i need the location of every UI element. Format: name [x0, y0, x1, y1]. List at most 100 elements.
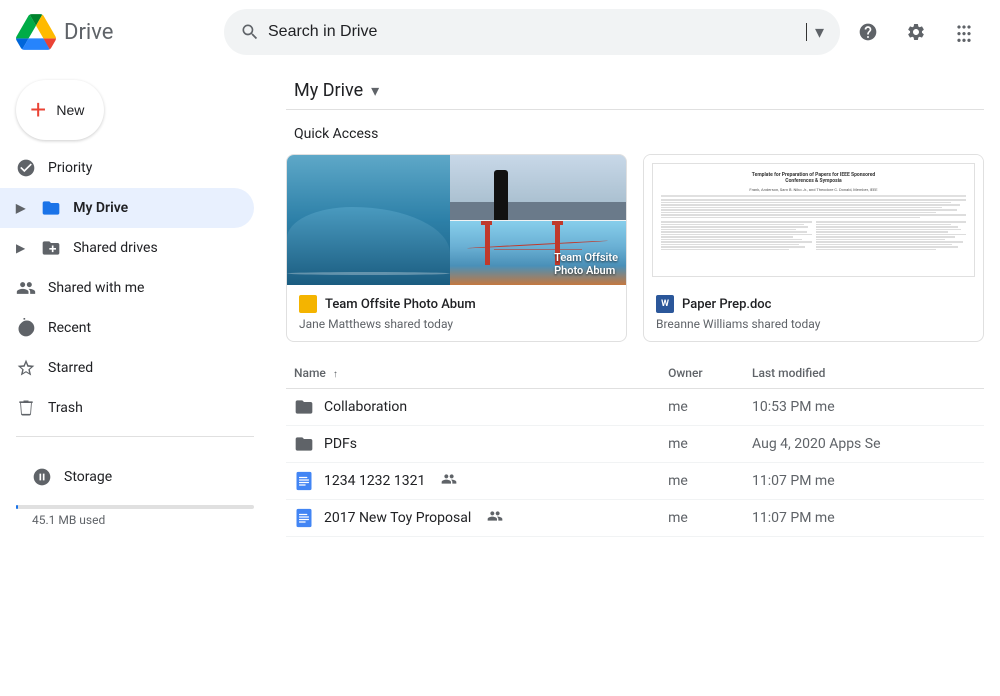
- priority-icon: [16, 158, 36, 178]
- file-row-name: PDFs: [294, 434, 652, 454]
- search-bar-inner: ▾: [224, 9, 840, 55]
- overlay-text: Team OffsitePhoto Abum: [554, 251, 618, 277]
- quick-card-team-offsite[interactable]: Team OffsitePhoto Abum Team Offsite Phot…: [286, 154, 627, 342]
- file-modified: 10:53 PM me: [744, 389, 984, 426]
- slides-icon: [299, 295, 317, 313]
- quick-card-name-text: Team Offsite Photo Abum: [325, 297, 476, 312]
- sidebar-item-trash[interactable]: Trash: [0, 388, 254, 428]
- top-icons: [848, 12, 984, 52]
- apps-button[interactable]: [944, 12, 984, 52]
- sort-asc-icon: ↑: [333, 369, 338, 380]
- quick-card-paper-prep[interactable]: Template for Preparation of Papers for I…: [643, 154, 984, 342]
- search-input[interactable]: [268, 23, 798, 41]
- search-dropdown-arrow[interactable]: ▾: [815, 22, 824, 43]
- sidebar-item-starred[interactable]: Starred: [0, 348, 254, 388]
- file-table-header: Name ↑ Owner Last modified: [286, 358, 984, 389]
- name-header[interactable]: Name ↑: [286, 358, 660, 389]
- file-row-name: 1234 1232 1321: [294, 471, 652, 491]
- file-table: Name ↑ Owner Last modified: [286, 358, 984, 537]
- starred-icon: [16, 358, 36, 378]
- file-table-body: Collaboration me 10:53 PM me: [286, 389, 984, 537]
- storage-bar-container: [16, 505, 254, 509]
- trash-icon: [16, 398, 36, 418]
- owner-header: Owner: [660, 358, 744, 389]
- file-name: Collaboration: [324, 399, 407, 415]
- sidebar-item-label: My Drive: [73, 200, 238, 216]
- file-owner: me: [660, 389, 744, 426]
- search-bar: ▾: [224, 9, 840, 55]
- sidebar-item-label: Shared with me: [48, 280, 238, 296]
- person-photo: [450, 155, 626, 220]
- file-modified: Aug 4, 2020 Apps Se: [744, 426, 984, 463]
- storage-bar: [16, 505, 18, 509]
- sidebar-item-label: Recent: [48, 320, 238, 336]
- storage-label: Storage: [64, 469, 112, 485]
- file-row-name: Collaboration: [294, 397, 652, 417]
- table-row[interactable]: Collaboration me 10:53 PM me: [286, 389, 984, 426]
- sidebar-divider: [16, 436, 254, 437]
- sidebar-item-recent[interactable]: Recent: [0, 308, 254, 348]
- quick-card-shared-text2: Breanne Williams shared today: [656, 317, 971, 331]
- table-row[interactable]: PDFs me Aug 4, 2020 Apps Se: [286, 426, 984, 463]
- sidebar-item-label: Starred: [48, 360, 238, 376]
- google-doc-icon: [294, 471, 314, 491]
- plus-icon: +: [30, 96, 46, 124]
- settings-button[interactable]: [896, 12, 936, 52]
- photo-right-col: Team OffsitePhoto Abum: [450, 155, 626, 285]
- content-header: My Drive ▾: [286, 64, 984, 110]
- recent-icon: [16, 318, 36, 338]
- top-bar: Drive ▾: [0, 0, 1000, 64]
- app-container: Drive ▾: [0, 0, 1000, 696]
- file-owner: me: [660, 426, 744, 463]
- ocean-photo: [287, 155, 450, 285]
- cursor-bar: [806, 23, 807, 41]
- search-icon: [240, 22, 260, 42]
- shared-drives-icon: [41, 238, 61, 258]
- shared-users-icon2: [487, 508, 503, 528]
- expand-icon: ▶: [16, 201, 25, 215]
- file-modified: 11:07 PM me: [744, 500, 984, 537]
- help-icon: [858, 22, 878, 42]
- quick-access-grid: Team OffsitePhoto Abum Team Offsite Phot…: [286, 154, 984, 358]
- shared-with-me-icon: [16, 278, 36, 298]
- table-row[interactable]: 2017 New Toy Proposal me 11:07 PM me: [286, 500, 984, 537]
- storage-icon: [32, 467, 52, 487]
- paper-prep-footer: W Paper Prep.doc Breanne Williams shared…: [644, 285, 983, 341]
- my-drive-icon: [41, 198, 61, 218]
- team-offsite-footer: Team Offsite Photo Abum Jane Matthews sh…: [287, 285, 626, 341]
- storage-used-text: 45.1 MB used: [16, 513, 254, 527]
- help-button[interactable]: [848, 12, 888, 52]
- folder-icon: [294, 434, 314, 454]
- sidebar-item-label: Priority: [48, 160, 238, 176]
- last-modified-header: Last modified: [744, 358, 984, 389]
- logo-area: Drive: [16, 12, 216, 52]
- quick-card-shared-text: Jane Matthews shared today: [299, 317, 614, 331]
- table-row[interactable]: 1234 1232 1321 me 11:07 PM me: [286, 463, 984, 500]
- google-doc-icon2: [294, 508, 314, 528]
- storage-section: Storage 45.1 MB used: [0, 445, 270, 539]
- quick-card-footer-row2: W Paper Prep.doc: [656, 295, 971, 313]
- file-row-name: 2017 New Toy Proposal: [294, 508, 652, 528]
- doc-preview: Template for Preparation of Papers for I…: [652, 163, 975, 277]
- sidebar-item-priority[interactable]: Priority: [0, 148, 254, 188]
- quick-card-footer-row: Team Offsite Photo Abum: [299, 295, 614, 313]
- sidebar-item-shared-drives[interactable]: ▶ Shared drives: [0, 228, 254, 268]
- storage-item[interactable]: Storage: [16, 457, 238, 497]
- sidebar-item-label: Shared drives: [73, 240, 238, 256]
- content-area: My Drive ▾ Quick Access: [270, 64, 1000, 696]
- new-button[interactable]: + New: [16, 80, 104, 140]
- quick-access-title: Quick Access: [286, 110, 984, 154]
- app-name: Drive: [64, 20, 113, 45]
- folder-shared-icon: [294, 397, 314, 417]
- main-content: + New Priority ▶ M: [0, 64, 1000, 696]
- sidebar-item-label: Trash: [48, 400, 238, 416]
- paper-prep-thumb: Template for Preparation of Papers for I…: [644, 155, 983, 285]
- file-owner: me: [660, 500, 744, 537]
- shared-users-icon: [441, 471, 457, 491]
- photo-collage: Team OffsitePhoto Abum: [287, 155, 626, 285]
- chevron-down-icon[interactable]: ▾: [371, 81, 379, 100]
- sidebar-item-my-drive[interactable]: ▶ My Drive: [0, 188, 254, 228]
- sidebar-item-shared-with-me[interactable]: Shared with me: [0, 268, 254, 308]
- sidebar: + New Priority ▶ M: [0, 64, 270, 696]
- file-name: PDFs: [324, 436, 357, 452]
